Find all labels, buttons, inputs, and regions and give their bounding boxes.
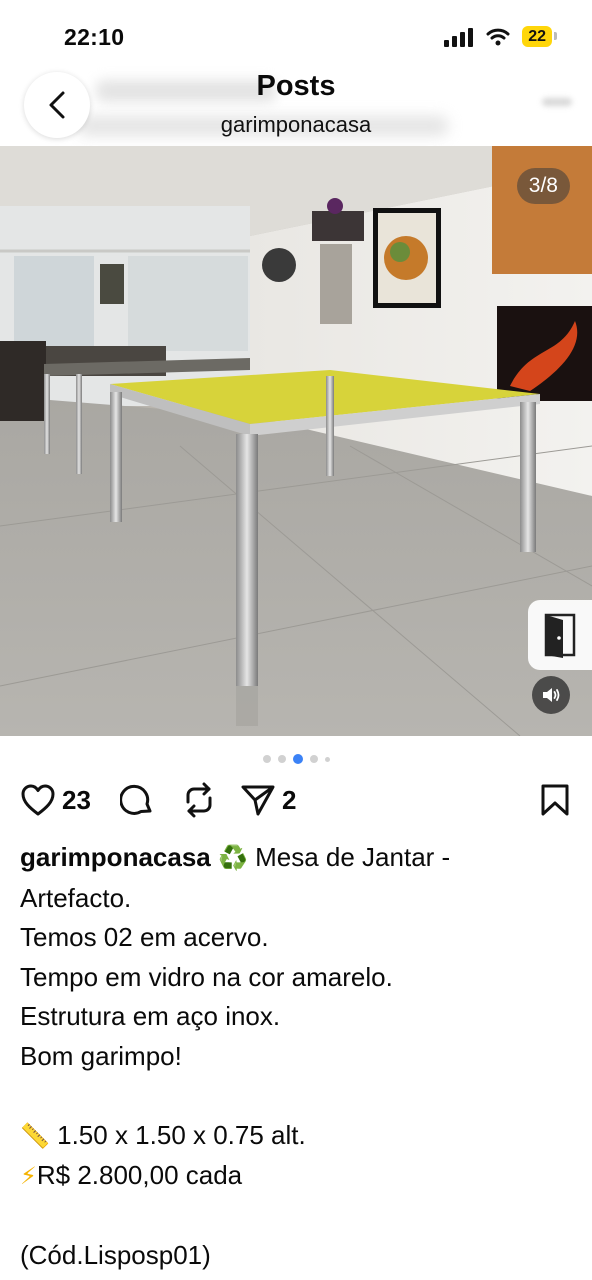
- caption-line: Tempo em vidro na cor amarelo.: [20, 961, 393, 992]
- send-icon: [241, 785, 275, 816]
- lightning-icon: ⚡: [20, 1163, 37, 1190]
- caption-dimensions: 1.50 x 1.50 x 0.75 alt.: [57, 1119, 306, 1150]
- carousel-dots: [0, 754, 592, 764]
- caption-line: Artefacto.: [20, 882, 132, 913]
- caption-code: (Cód.Lisposp01): [20, 1240, 211, 1270]
- repost-icon: [186, 782, 212, 818]
- recycle-icon: ♻️: [217, 845, 248, 872]
- image-counter: 3/8: [516, 168, 570, 204]
- carousel-dot-active: [292, 754, 303, 764]
- post-actions: 23 2: [0, 780, 592, 824]
- carousel-dot: [262, 755, 271, 763]
- status-time: 22:10: [64, 24, 125, 50]
- comment-button[interactable]: [120, 780, 154, 820]
- carousel-dot: [309, 755, 318, 763]
- post-caption: garimponacasa ♻️ Mesa de Jantar - Artefa…: [20, 838, 572, 1276]
- ruler-icon: 📏: [20, 1122, 50, 1150]
- repost-button[interactable]: [182, 780, 216, 820]
- wifi-icon: [486, 28, 510, 45]
- caption-line: Temos 02 em acervo.: [20, 922, 269, 952]
- page-subtitle[interactable]: garimponacasa: [0, 112, 592, 138]
- post-media[interactable]: 3/8: [0, 146, 592, 736]
- caption-price: R$ 2.800,00 cada: [36, 1160, 243, 1190]
- chevron-left-icon: [49, 91, 65, 119]
- sound-button[interactable]: [532, 676, 570, 714]
- heart-icon: [21, 784, 55, 816]
- back-button[interactable]: [24, 72, 90, 138]
- caption-line: Mesa de Jantar -: [255, 842, 451, 872]
- status-icons: 22: [444, 26, 557, 47]
- save-button[interactable]: [540, 780, 570, 820]
- caption-line: Bom garimpo!: [20, 1040, 182, 1071]
- share-count: 2: [282, 784, 297, 815]
- comment-icon: [120, 784, 152, 815]
- header: Posts garimponacasa: [0, 60, 592, 146]
- caption-username[interactable]: garimponacasa: [20, 842, 211, 872]
- carousel-dot: [277, 755, 286, 763]
- door-icon: [544, 613, 576, 658]
- carousel-dot: [324, 756, 330, 762]
- share-button[interactable]: 2: [240, 780, 296, 820]
- like-count: 23: [62, 784, 91, 815]
- speaker-icon: [543, 688, 560, 702]
- post-image: [0, 146, 592, 736]
- signal-icon: [444, 27, 474, 47]
- side-door-tab[interactable]: [528, 600, 592, 670]
- bookmark-icon: [541, 784, 569, 816]
- battery-indicator: 22: [522, 26, 557, 47]
- like-button[interactable]: 23: [20, 780, 91, 820]
- caption-line: Estrutura em aço inox.: [20, 1001, 281, 1031]
